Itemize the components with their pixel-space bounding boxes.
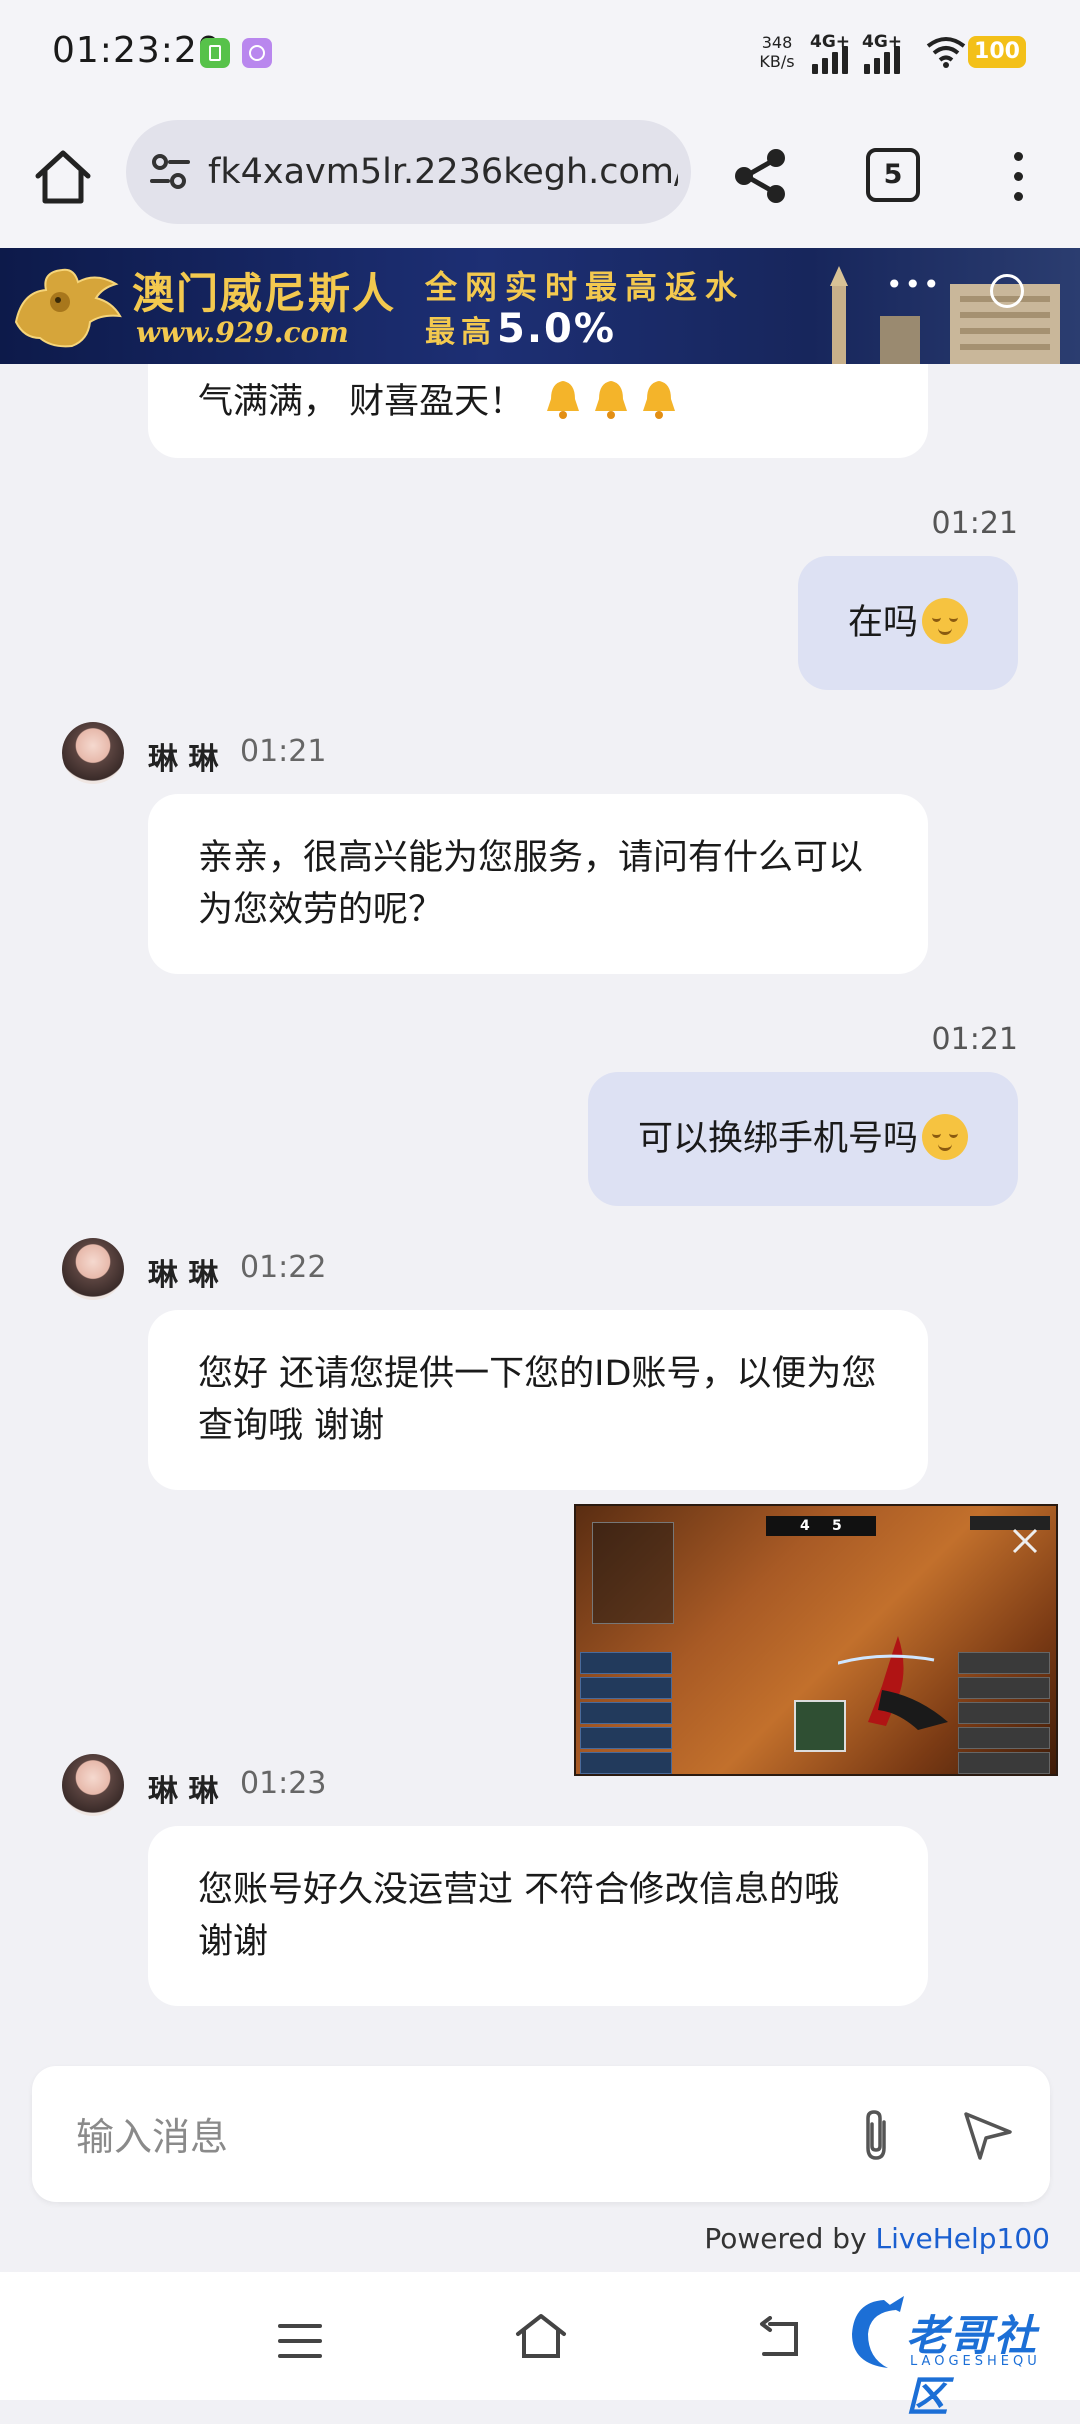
- incoming-message: 您账号好久没运营过 不符合修改信息的哦 谢谢: [148, 1826, 928, 2006]
- video-score-left: 4: [800, 1518, 810, 1534]
- message-text: 在吗: [847, 603, 918, 643]
- ad-line2-value: 5.0%: [497, 306, 616, 352]
- url-text[interactable]: fk4xavm5lr.2236kegh.com/8f9: [208, 152, 678, 192]
- powered-by: Powered by LiveHelp100: [704, 2222, 1050, 2255]
- agent-avatar: [62, 722, 124, 784]
- ad-line2-prefix: 最高: [425, 315, 497, 350]
- agent-name: 琳 琳: [148, 1774, 219, 1809]
- ad-url: www.929.com: [136, 316, 349, 349]
- close-icon[interactable]: [1010, 1526, 1040, 1556]
- bell-emoji-icon: [547, 381, 580, 419]
- floating-video-player[interactable]: 4 5: [574, 1504, 1058, 1776]
- incoming-message: 您好 还请您提供一下您的ID账号，以便为您查询哦 谢谢: [148, 1310, 928, 1490]
- video-scoreboard: 4 5: [766, 1516, 876, 1536]
- network-speed-value: 348: [761, 33, 793, 52]
- city-skyline-icon: [830, 266, 1060, 364]
- watermark-logo: 老哥社区 LAOGESHEQU: [844, 2288, 1070, 2421]
- ad-power-icon[interactable]: [990, 274, 1024, 308]
- status-time: 01:23:29: [52, 30, 222, 71]
- share-icon[interactable]: [730, 146, 790, 206]
- recent-apps-icon[interactable]: [278, 2324, 322, 2360]
- agent-name: 琳 琳: [148, 1258, 219, 1293]
- message-text: 亲亲，很高兴能为您服务，请问有什么可以为您效劳的呢？: [198, 838, 864, 930]
- video-minimap: [592, 1522, 674, 1624]
- message-time: 01:21: [931, 1022, 1018, 1057]
- tab-switcher-button[interactable]: 5: [866, 148, 920, 202]
- agent-avatar: [62, 1754, 124, 1816]
- message-input[interactable]: 输入消息: [76, 2106, 228, 2161]
- message-time: 01:22: [240, 1250, 327, 1285]
- browser-toolbar: fk4xavm5lr.2236kegh.com/8f9 5: [0, 106, 1080, 248]
- message-time: 01:21: [931, 506, 1018, 541]
- notification-app-icon: [200, 38, 230, 68]
- ad-line2: 最高5.0%: [425, 306, 616, 352]
- system-nav-bar: 老哥社区 LAOGESHEQU: [0, 2272, 1080, 2421]
- video-score-right: 5: [832, 1518, 842, 1534]
- outgoing-message: 可以换绑手机号吗: [587, 1072, 1018, 1206]
- more-menu-icon[interactable]: [1000, 148, 1036, 208]
- battery-indicator: 100: [968, 36, 1026, 68]
- ad-banner[interactable]: 澳门威尼斯人 www.929.com 全网实时最高返水 最高5.0% •••: [0, 248, 1080, 364]
- ad-line1: 全网实时最高返水: [425, 268, 746, 306]
- message-composer[interactable]: 输入消息: [32, 2066, 1050, 2202]
- site-settings-icon[interactable]: [148, 150, 192, 194]
- signal-2-icon: 4G+: [862, 32, 912, 74]
- message-text: 您账号好久没运营过 不符合修改信息的哦 谢谢: [198, 1870, 840, 1962]
- message-text: 可以换绑手机号吗: [637, 1119, 918, 1159]
- video-team-right: [958, 1652, 1050, 1774]
- bell-emoji-icon: [595, 381, 628, 419]
- signal-1-icon: 4G+: [810, 32, 860, 74]
- network-speed-unit: KB/s: [759, 52, 795, 71]
- status-bar: 01:23:29 348 KB/s 4G+ 4G+ 100: [0, 0, 1080, 106]
- nav-back-icon[interactable]: [756, 2316, 802, 2360]
- agent-avatar: [62, 1238, 124, 1300]
- ad-more-icon[interactable]: •••: [886, 268, 942, 301]
- agent-name: 琳 琳: [148, 742, 219, 777]
- powered-prefix: Powered by: [704, 2222, 876, 2255]
- network-speed: 348 KB/s: [756, 33, 798, 71]
- attach-icon[interactable]: [854, 2106, 898, 2164]
- message-bubble-partial: 气满满， 财喜盈天！: [148, 364, 928, 458]
- address-bar[interactable]: fk4xavm5lr.2236kegh.com/8f9: [126, 120, 691, 224]
- video-weapon-graphic: [838, 1636, 948, 1730]
- chat-log[interactable]: 气满满， 财喜盈天！ 01:21 在吗 琳 琳 01:21 亲亲，很高兴能为您服…: [0, 364, 1080, 2054]
- video-player-cam: [794, 1700, 846, 1752]
- relieved-face-emoji-icon: [922, 598, 968, 644]
- send-icon[interactable]: [960, 2108, 1016, 2162]
- bell-emoji-icon: [643, 381, 676, 419]
- incoming-message: 亲亲，很高兴能为您服务，请问有什么可以为您效劳的呢？: [148, 794, 928, 974]
- dragon-logo-icon: [852, 2296, 904, 2368]
- livehelp-link[interactable]: LiveHelp100: [876, 2222, 1050, 2255]
- message-text: 您好 还请您提供一下您的ID账号，以便为您查询哦 谢谢: [198, 1354, 877, 1446]
- watermark-subtitle: LAOGESHEQU: [910, 2354, 1041, 2369]
- message-text: 气满满， 财喜盈天！: [198, 382, 525, 422]
- home-icon[interactable]: [30, 144, 96, 210]
- wifi-icon: [926, 37, 966, 68]
- message-time: 01:23: [240, 1766, 327, 1801]
- relieved-face-emoji-icon: [922, 1114, 968, 1160]
- outgoing-message: 在吗: [797, 556, 1018, 690]
- message-time: 01:21: [240, 734, 327, 769]
- lion-logo-icon: [14, 268, 122, 348]
- notification-app2-icon: [242, 38, 272, 68]
- ad-brand: 澳门威尼斯人: [132, 269, 397, 318]
- nav-home-icon[interactable]: [514, 2312, 568, 2360]
- video-team-left: [580, 1652, 672, 1774]
